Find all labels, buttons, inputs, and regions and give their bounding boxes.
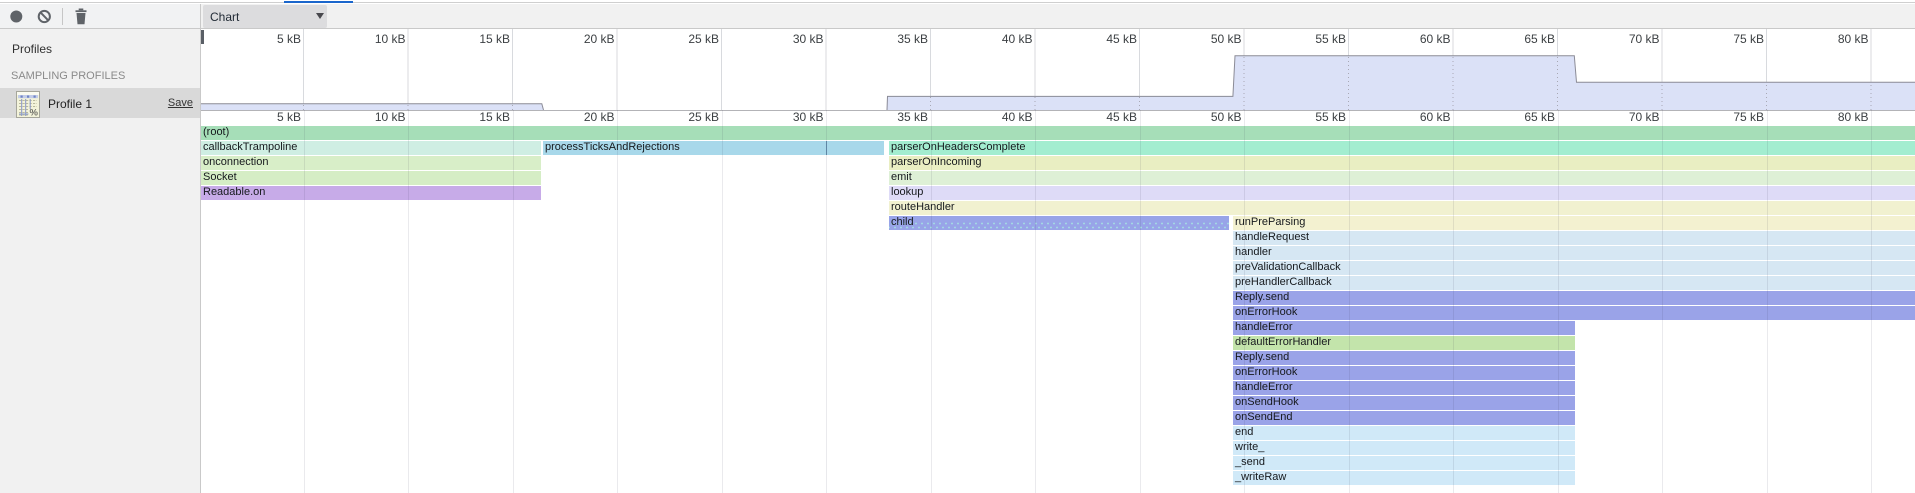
- svg-text:%: %: [30, 108, 39, 119]
